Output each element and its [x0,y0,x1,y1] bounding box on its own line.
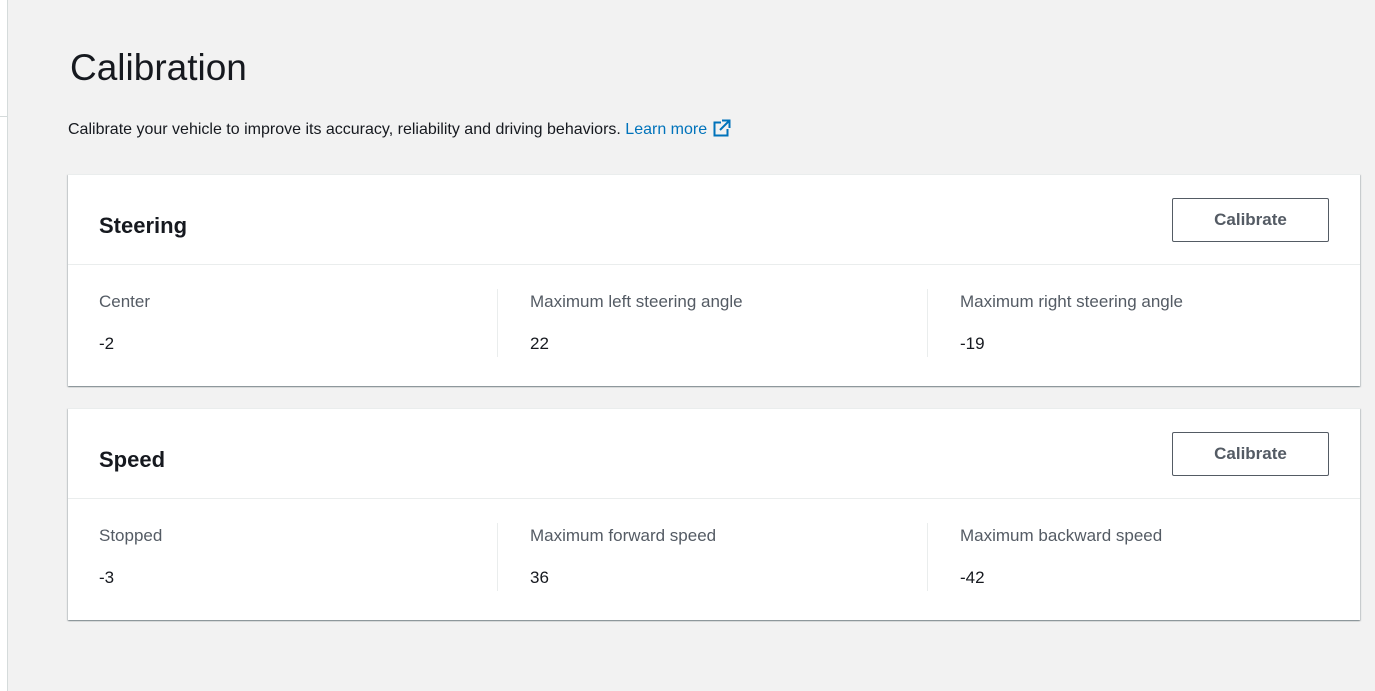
learn-more-link[interactable]: Learn more [625,119,732,138]
field-value: 22 [530,334,549,353]
field-value: 36 [530,568,549,587]
field-label: Maximum forward speed [530,526,717,545]
field-value: -42 [960,568,985,587]
page-description: Calibrate your vehicle to improve its ac… [68,119,732,141]
speed-calibrate-button[interactable]: Calibrate [1172,432,1329,476]
speed-title: Speed [99,447,166,472]
steering-max-left-field: Maximum left steering angle 22 [497,289,927,357]
speed-max-forward-field: Maximum forward speed 36 [497,523,927,591]
steering-card-body: Center -2 Maximum left steering angle 22… [68,265,1360,386]
steering-card-header: Steering Calibrate [68,175,1360,265]
steering-card: Steering Calibrate Center -2 Maximum lef… [68,174,1360,386]
field-value: -2 [99,334,115,353]
learn-more-label: Learn more [625,121,708,138]
field-label: Center [99,292,151,311]
steering-center-field: Center -2 [99,289,497,357]
steering-calibrate-button[interactable]: Calibrate [1172,198,1329,242]
page-description-text: Calibrate your vehicle to improve its ac… [68,121,621,138]
field-value: -19 [960,334,985,353]
speed-card-body: Stopped -3 Maximum forward speed 36 Maxi… [68,499,1360,620]
steering-max-right-field: Maximum right steering angle -19 [927,289,1327,357]
external-link-icon [713,119,732,137]
speed-card-header: Speed Calibrate [68,409,1360,499]
field-label: Maximum backward speed [960,526,1163,545]
sidebar-divider [0,116,8,117]
steering-title: Steering [99,213,188,238]
speed-max-backward-field: Maximum backward speed -42 [927,523,1327,591]
field-value: -3 [99,568,115,587]
page-title: Calibration [70,47,247,88]
field-label: Stopped [99,526,163,545]
left-sidebar-edge [0,0,8,691]
field-label: Maximum right steering angle [960,292,1183,311]
speed-card: Speed Calibrate Stopped -3 Maximum forwa… [68,408,1360,620]
speed-stopped-field: Stopped -3 [99,523,497,591]
field-label: Maximum left steering angle [530,292,743,311]
